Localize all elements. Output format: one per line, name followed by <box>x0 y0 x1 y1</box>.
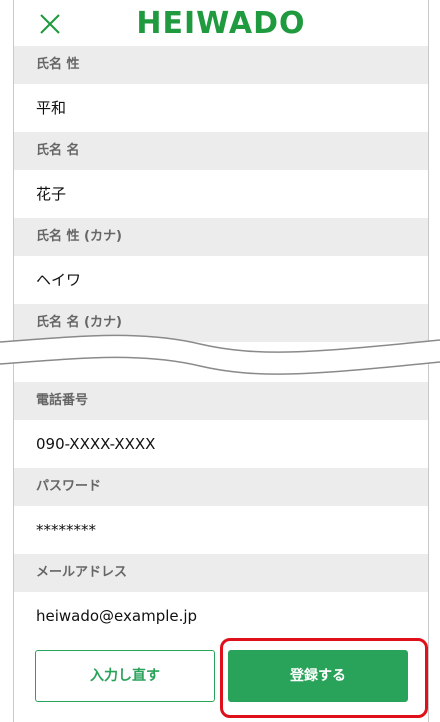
field-label-last-name-kana: 氏名 性 (カナ) <box>14 218 428 256</box>
app-header: HEIWADO <box>14 0 428 46</box>
first-name-field[interactable]: 花子 <box>14 170 428 218</box>
email-field[interactable]: heiwado@example.jp <box>14 592 428 640</box>
last-name-kana-field[interactable]: ヘイワ <box>14 256 428 304</box>
field-label-last-name: 氏名 性 <box>14 46 428 84</box>
last-name-field[interactable]: 平和 <box>14 84 428 132</box>
heiwado-logo: HEIWADO <box>136 6 306 41</box>
page-break-divider <box>0 334 440 375</box>
field-label-email: メールアドレス <box>14 554 428 592</box>
reset-button[interactable]: 入力し直す <box>35 650 215 702</box>
field-label-password: パスワード <box>14 468 428 506</box>
phone-field[interactable]: 090-XXXX-XXXX <box>14 420 428 468</box>
field-label-phone: 電話番号 <box>14 382 428 420</box>
field-label-first-name: 氏名 名 <box>14 132 428 170</box>
submit-highlight-frame <box>220 638 428 718</box>
password-field[interactable]: ******** <box>14 506 428 554</box>
